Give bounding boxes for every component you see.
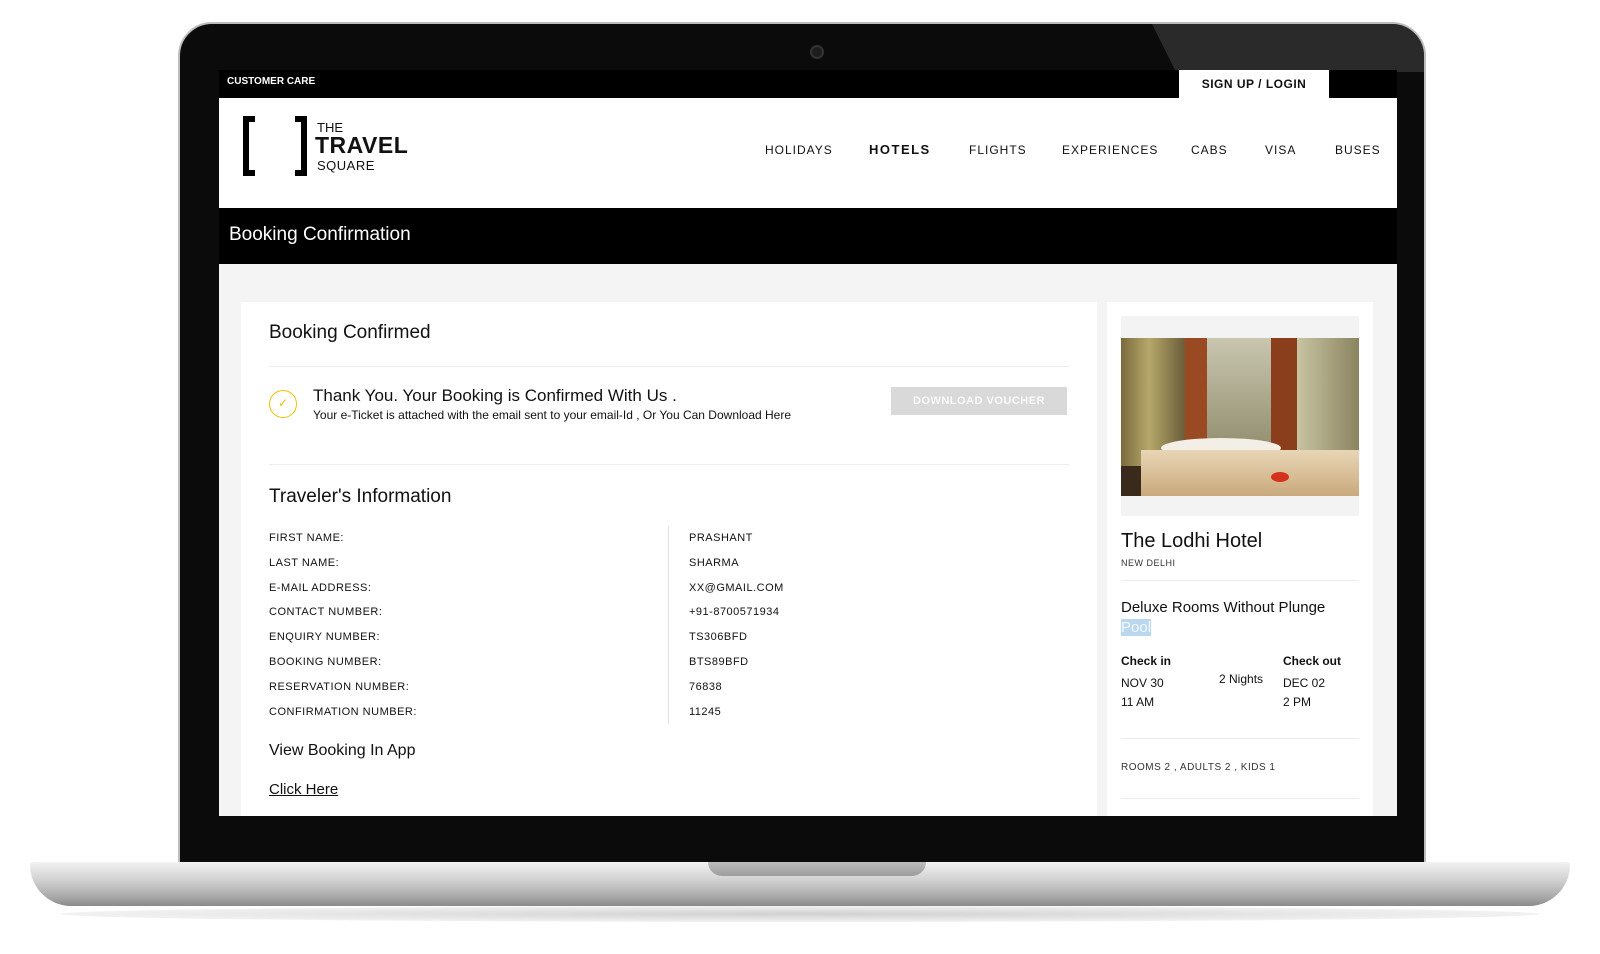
nav-buses[interactable]: BUSES [1335,143,1381,157]
divider [1121,580,1359,581]
info-row-first-name: FIRST NAME: PRASHANT [269,532,1049,548]
download-voucher-button[interactable]: DOWNLOAD VOUCHER [891,387,1067,415]
photo-bed [1141,450,1359,496]
info-label: CONFIRMATION NUMBER: [269,706,417,718]
nav-visa[interactable]: VISA [1265,143,1296,157]
nav-experiences[interactable]: EXPERIENCES [1062,143,1158,157]
divider [1121,798,1359,799]
photo-flower [1271,472,1289,482]
info-label: ENQUIRY NUMBER: [269,631,381,643]
info-label: CONTACT NUMBER: [269,606,383,618]
traveler-info-heading: Traveler's Information [269,486,452,507]
room-type-text: Deluxe Rooms Without Plunge [1121,599,1326,616]
info-label: LAST NAME: [269,557,340,569]
info-label: RESERVATION NUMBER: [269,681,410,693]
info-value: SHARMA [689,557,740,569]
guest-summary: ROOMS 2 , ADULTS 2 , KIDS 1 [1121,762,1276,773]
nav-hotels[interactable]: HOTELS [869,142,931,157]
browser-screen: CUSTOMER CARE SIGN UP / LOGIN THE TRAVEL… [219,70,1397,816]
checkout-date: DEC 02 [1283,676,1326,690]
info-value: XX@GMAIL.COM [689,582,784,594]
top-bar: CUSTOMER CARE SIGN UP / LOGIN [219,70,1397,98]
screen-glare [1152,24,1424,72]
info-label: FIRST NAME: [269,532,344,544]
nav-holidays[interactable]: HOLIDAYS [765,143,833,157]
info-row-booking: BOOKING NUMBER: BTS89BFD [269,656,1049,672]
site-header: THE TRAVEL SQUARE HOLIDAYS HOTELS FLIGHT… [219,98,1397,208]
logo-gap-bottom [255,170,295,180]
info-label: BOOKING NUMBER: [269,656,382,668]
hotel-image-frame [1121,316,1359,516]
checkin-time: 11 AM [1121,695,1155,709]
divider [269,366,1069,367]
info-value: 76838 [689,681,723,693]
info-label: E-MAIL ADDRESS: [269,582,372,594]
customer-care-link[interactable]: CUSTOMER CARE [227,76,315,87]
room-type-highlight: Pool [1121,619,1152,636]
hotel-summary-card: The Lodhi Hotel NEW DELHI Deluxe Rooms W… [1107,302,1373,816]
thank-you-message: Thank You. Your Booking is Confirmed Wit… [313,386,677,405]
info-row-reservation: RESERVATION NUMBER: 76838 [269,681,1049,697]
column-divider [668,526,669,724]
nav-flights[interactable]: FLIGHTS [969,143,1027,157]
logo-text-travel: TRAVEL [315,132,409,158]
info-value: +91-8700571934 [689,606,780,618]
laptop-shadow [60,906,1540,922]
click-here-link[interactable]: Click Here [269,781,338,798]
room-type: Deluxe Rooms Without Plunge Pool [1121,598,1351,638]
laptop-notch [708,862,926,876]
nav-cabs[interactable]: CABS [1191,143,1228,157]
info-value: PRASHANT [689,532,753,544]
checkout-label: Check out [1283,654,1342,668]
booking-confirmed-heading: Booking Confirmed [269,322,431,343]
signup-login-button[interactable]: SIGN UP / LOGIN [1179,70,1329,98]
info-row-email: E-MAIL ADDRESS: XX@GMAIL.COM [269,582,1049,598]
checkout-time: 2 PM [1283,695,1312,709]
page-title: Booking Confirmation [229,224,411,245]
check-icon: ✓ [269,390,297,418]
info-row-enquiry: ENQUIRY NUMBER: TS306BFD [269,631,1049,647]
photo-bamboo-right [1297,338,1359,466]
booking-card: Booking Confirmed ✓ Thank You. Your Book… [241,302,1097,816]
hotel-city: NEW DELHI [1121,558,1176,568]
view-booking-in-app: View Booking In App [269,742,416,759]
webcam [810,45,824,59]
page-title-bar: Booking Confirmation [219,208,1397,264]
info-value: BTS89BFD [689,656,749,668]
hotel-photo[interactable] [1121,338,1359,496]
nights-count: 2 Nights [1219,672,1264,686]
logo-gap-top [255,112,295,122]
hotel-name: The Lodhi Hotel [1121,530,1263,552]
logo-text-square: SQUARE [317,158,375,173]
logo-square-mark [243,116,307,176]
info-row-confirmation: CONFIRMATION NUMBER: 11245 [269,706,1049,722]
eticket-note: Your e-Ticket is attached with the email… [313,408,792,422]
checkin-date: NOV 30 [1121,676,1164,690]
info-value: TS306BFD [689,631,748,643]
divider [269,464,1069,465]
info-row-last-name: LAST NAME: SHARMA [269,557,1049,573]
info-value: 11245 [689,706,722,718]
checkin-label: Check in [1121,654,1172,668]
info-row-contact: CONTACT NUMBER: +91-8700571934 [269,606,1049,622]
divider [1121,738,1359,739]
